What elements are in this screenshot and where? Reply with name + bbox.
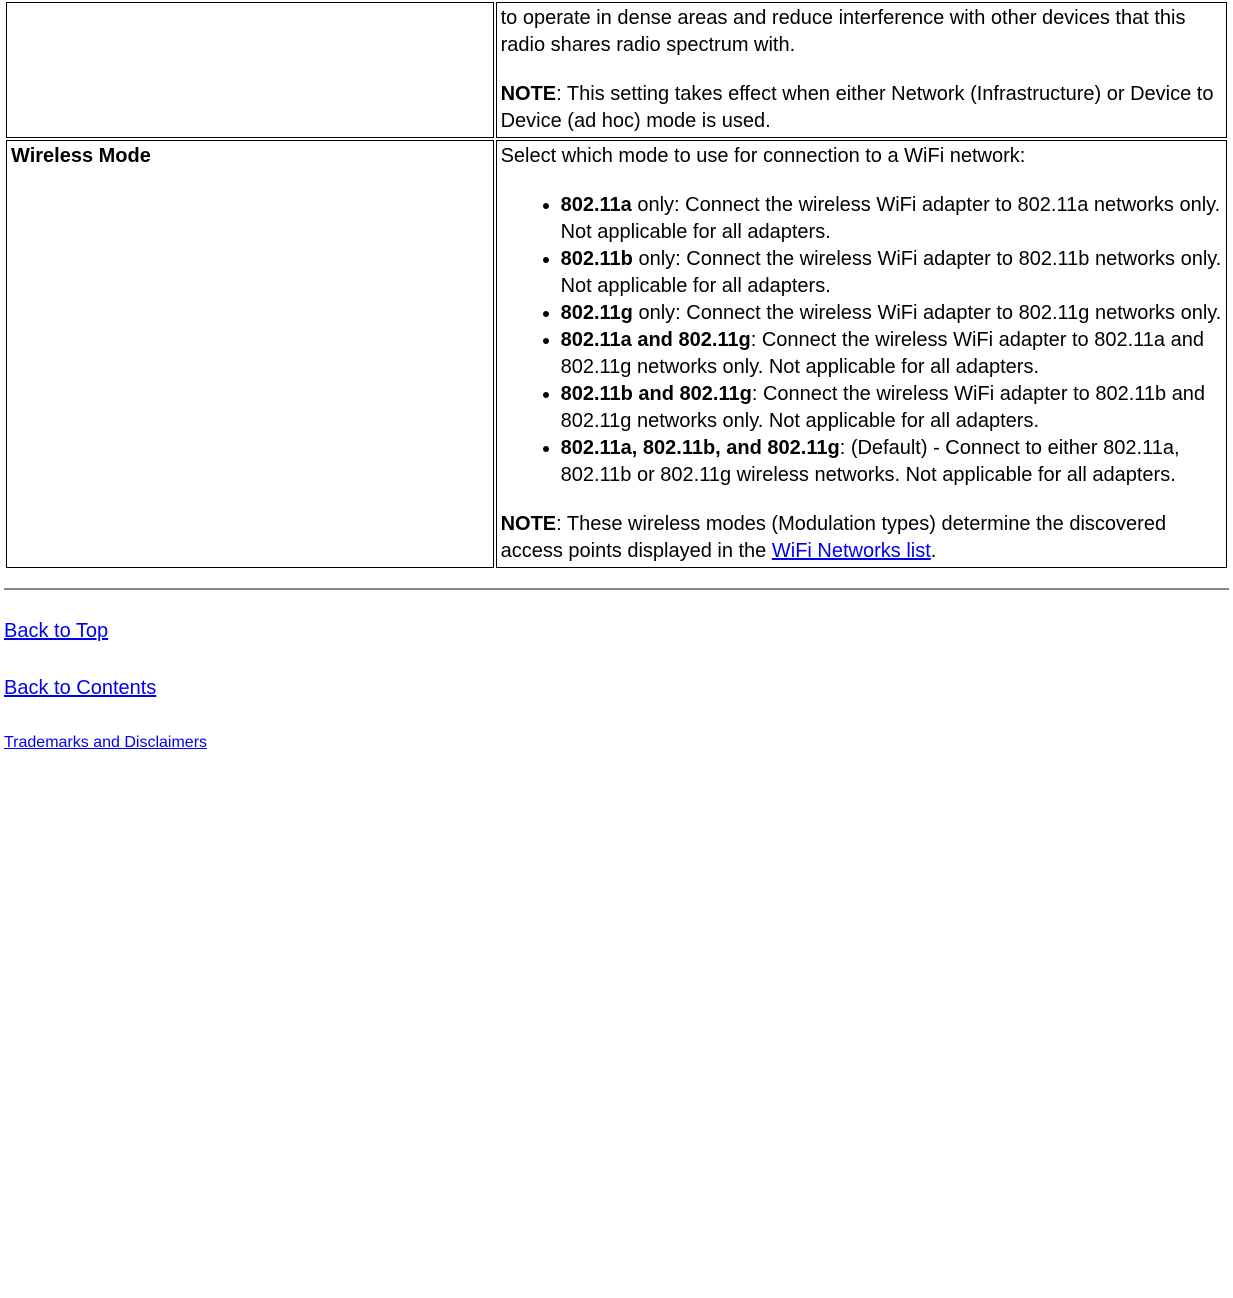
list-item: 802.11b only: Connect the wireless WiFi … (561, 246, 1222, 300)
note-paragraph: NOTE: These wireless modes (Modulation t… (501, 511, 1222, 565)
wifi-networks-list-link[interactable]: WiFi Networks list (772, 540, 931, 562)
desc-paragraph: to operate in dense areas and reduce int… (501, 5, 1222, 59)
settings-table: to operate in dense areas and reduce int… (4, 0, 1229, 570)
mode-name: 802.11g (561, 302, 633, 324)
table-row: to operate in dense areas and reduce int… (6, 2, 1227, 138)
list-item: 802.11a and 802.11g: Connect the wireles… (561, 327, 1222, 381)
list-item: 802.11b and 802.11g: Connect the wireles… (561, 381, 1222, 435)
mode-desc: only: Connect the wireless WiFi adapter … (561, 194, 1221, 243)
mode-name: 802.11a, 802.11b, and 802.11g (561, 437, 840, 459)
desc-intro: Select which mode to use for connection … (501, 143, 1222, 170)
footer-links: Back to Top Back to Contents Trademarks … (4, 618, 1229, 754)
list-item: 802.11a only: Connect the wireless WiFi … (561, 192, 1222, 246)
setting-desc-cell: Select which mode to use for connection … (496, 140, 1227, 568)
note-label: NOTE (501, 83, 557, 105)
setting-name: Wireless Mode (11, 145, 151, 167)
back-to-contents-link[interactable]: Back to Contents (4, 677, 156, 699)
list-item: 802.11g only: Connect the wireless WiFi … (561, 300, 1222, 327)
setting-name-cell: Wireless Mode (6, 140, 494, 568)
mode-desc: only: Connect the wireless WiFi adapter … (633, 302, 1221, 324)
mode-list: 802.11a only: Connect the wireless WiFi … (501, 192, 1222, 489)
mode-name: 802.11b (561, 248, 633, 270)
mode-desc: only: Connect the wireless WiFi adapter … (561, 248, 1222, 297)
setting-desc-cell: to operate in dense areas and reduce int… (496, 2, 1227, 138)
trademarks-link[interactable]: Trademarks and Disclaimers (4, 734, 207, 751)
note-text: : This setting takes effect when either … (501, 83, 1214, 132)
note-label: NOTE (501, 513, 557, 535)
back-to-top-link[interactable]: Back to Top (4, 620, 108, 642)
note-paragraph: NOTE: This setting takes effect when eit… (501, 81, 1222, 135)
divider (4, 588, 1229, 590)
list-item: 802.11a, 802.11b, and 802.11g: (Default)… (561, 435, 1222, 489)
table-row: Wireless Mode Select which mode to use f… (6, 140, 1227, 568)
mode-name: 802.11a (561, 194, 632, 216)
mode-name: 802.11a and 802.11g (561, 329, 751, 351)
mode-name: 802.11b and 802.11g (561, 383, 752, 405)
note-text-after: . (931, 540, 937, 562)
setting-name-cell (6, 2, 494, 138)
